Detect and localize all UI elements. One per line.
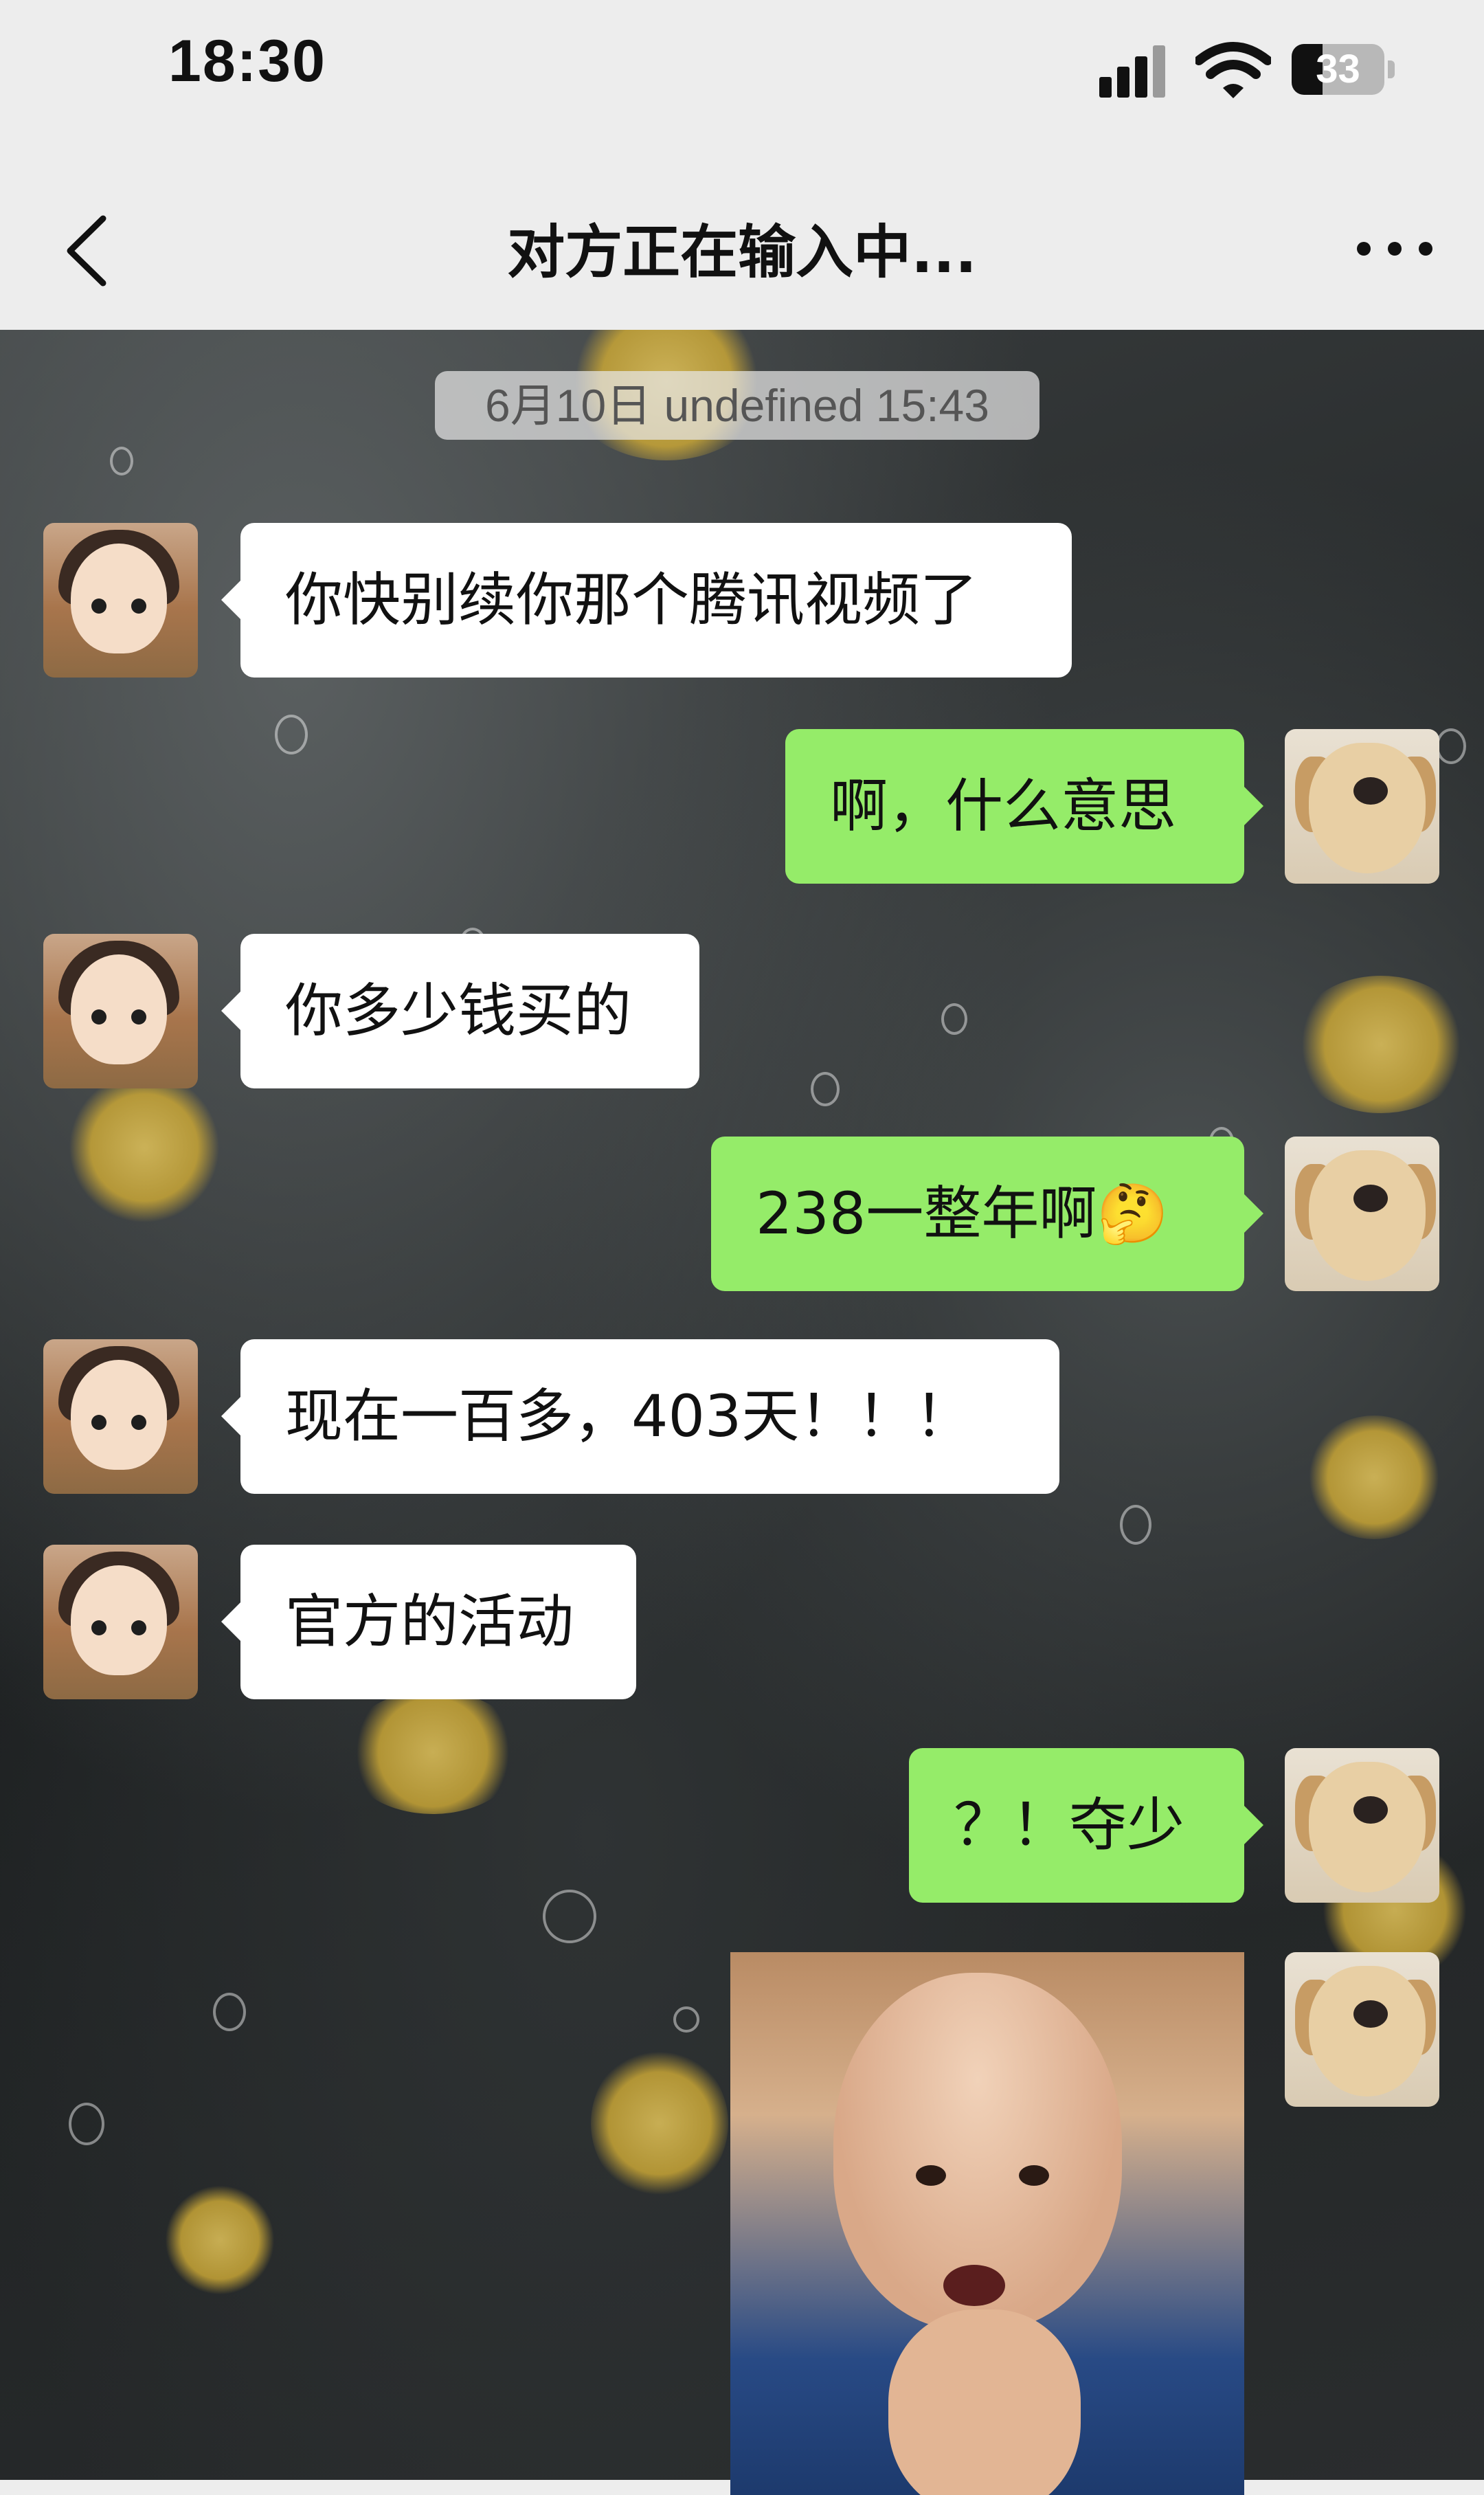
message-text: ？！夺少: [954, 1791, 1185, 1859]
background-raindrop: [811, 1072, 840, 1106]
background-flower: [165, 2185, 275, 2295]
bubble-tail: [1243, 785, 1263, 827]
message-text: 你多少钱买的: [285, 977, 632, 1044]
message-bubble-sent[interactable]: 啊，什么意思: [785, 729, 1263, 884]
signal-icon: [1099, 43, 1175, 98]
sticker-image[interactable]: [730, 1952, 1244, 2495]
contact-avatar[interactable]: [43, 1339, 198, 1494]
chat-header: 对方正在输入中...: [0, 144, 1484, 330]
contact-avatar[interactable]: [43, 523, 198, 678]
message-text: 现在一百多，403天！！！: [285, 1383, 973, 1450]
message-text: 你快别续你那个腾讯视频了: [285, 566, 978, 634]
wifi-icon: [1195, 42, 1271, 98]
message-text: 238一整年啊🤔: [756, 1180, 1169, 1247]
message-bubble-received[interactable]: 官方的活动: [221, 1545, 636, 1699]
message-text: 官方的活动: [285, 1588, 574, 1655]
status-bar: 18:30 33: [0, 0, 1484, 144]
background-raindrop: [1436, 728, 1466, 764]
more-options-icon[interactable]: [1357, 227, 1432, 268]
self-avatar[interactable]: [1285, 1748, 1439, 1903]
message-timestamp: 6月10日 undefined 15:43: [435, 371, 1039, 440]
background-raindrop: [110, 447, 133, 475]
self-avatar[interactable]: [1285, 1952, 1439, 2107]
message-text: 啊，什么意思: [830, 772, 1177, 840]
self-avatar[interactable]: [1285, 729, 1439, 884]
background-raindrop: [275, 715, 308, 754]
background-raindrop: [543, 1890, 596, 1943]
self-avatar[interactable]: [1285, 1137, 1439, 1291]
bubble-tail: [221, 1601, 242, 1642]
status-time: 18:30: [168, 28, 326, 94]
bubble-tail: [221, 990, 242, 1031]
battery-icon: 33: [1292, 44, 1384, 95]
background-raindrop: [1120, 1505, 1151, 1545]
contact-avatar[interactable]: [43, 1545, 198, 1699]
message-bubble-received[interactable]: 现在一百多，403天！！！: [221, 1339, 1059, 1494]
message-bubble-received[interactable]: 你快别续你那个腾讯视频了: [221, 523, 1072, 678]
background-raindrop: [673, 2006, 699, 2033]
message-bubble-sent[interactable]: 238一整年啊🤔: [711, 1137, 1263, 1291]
background-flower: [69, 1072, 220, 1223]
battery-tip: [1388, 60, 1395, 78]
background-flower: [344, 1690, 522, 1814]
background-raindrop: [213, 1993, 246, 2031]
background-raindrop: [69, 2103, 104, 2145]
battery-level: 33: [1316, 47, 1360, 91]
bubble-tail: [221, 1396, 242, 1437]
bubble-tail: [221, 579, 242, 620]
bubble-tail: [1243, 1193, 1263, 1234]
message-bubble-sent[interactable]: ？！夺少: [909, 1748, 1263, 1903]
background-flower: [1305, 1416, 1443, 1539]
message-bubble-received[interactable]: 你多少钱买的: [221, 934, 699, 1088]
background-flower: [1292, 976, 1470, 1113]
background-raindrop: [941, 1003, 967, 1035]
contact-avatar[interactable]: [43, 934, 198, 1088]
chat-title: 对方正在输入中...: [507, 219, 977, 286]
bubble-tail: [1243, 1804, 1263, 1846]
background-flower: [591, 2048, 728, 2199]
